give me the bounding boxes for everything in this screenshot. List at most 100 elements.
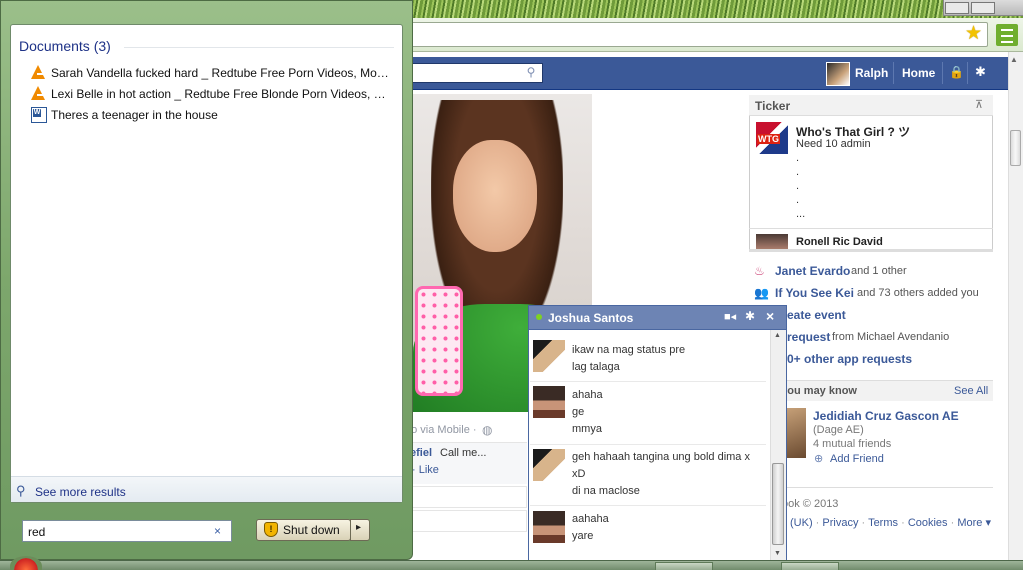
avatar[interactable] <box>533 386 565 418</box>
chat-message: ge <box>572 406 585 418</box>
avatar[interactable] <box>533 449 565 481</box>
suggested-friend-subtitle: (Dage AE) <box>813 424 864 436</box>
add-friend-icon[interactable]: ⊕ <box>814 452 823 465</box>
taskbar-button[interactable] <box>655 562 713 570</box>
app-requests-link[interactable]: 0+ other app requests <box>787 352 912 366</box>
suggested-friend-name[interactable]: Jedidiah Cruz Gascon AE <box>813 409 959 423</box>
page-scrollbar[interactable] <box>1008 52 1023 562</box>
header-divider <box>893 62 894 84</box>
window-controls[interactable] <box>943 0 1023 16</box>
footer-terms-link[interactable]: Terms <box>868 517 898 529</box>
comment-author-link[interactable]: efiel <box>410 447 432 459</box>
header-divider <box>967 62 968 84</box>
birthday-name-link[interactable]: Janet Evardo <box>775 264 850 278</box>
ticker-item-text: Need 10 admin <box>796 138 871 150</box>
scroll-up-arrow-icon[interactable]: ▲ <box>774 332 781 339</box>
avatar[interactable] <box>533 340 565 372</box>
chat-message: ikaw na mag status pre <box>572 344 686 356</box>
start-search-input[interactable] <box>22 520 232 542</box>
footer-copyright: ook © 2013 <box>782 498 839 510</box>
message-divider <box>530 444 766 445</box>
start-search-value[interactable]: red <box>28 525 45 539</box>
create-event-link[interactable]: eate event <box>787 308 846 322</box>
avatar[interactable] <box>533 511 565 543</box>
shut-down-label: Shut down <box>283 523 340 537</box>
footer-cookies-link[interactable]: Cookies <box>908 517 948 529</box>
mutual-friends-count[interactable]: 4 mutual friends <box>813 438 891 450</box>
ticker-item-text: . <box>796 180 800 192</box>
minimize-button[interactable] <box>945 2 969 14</box>
avatar[interactable] <box>826 62 850 86</box>
group-text: and 73 others added you <box>857 287 979 299</box>
ticker-item-text: . <box>796 166 800 178</box>
header-divider <box>942 62 943 84</box>
footer-links: (UK) · Privacy · Terms · Cookies · More … <box>790 517 991 529</box>
documents-group-header[interactable]: Documents (3) <box>19 38 111 54</box>
see-more-results-link[interactable]: See more results <box>35 485 126 499</box>
footer-language-link[interactable]: (UK) <box>790 517 813 529</box>
video-call-icon[interactable]: ■◂ <box>724 310 736 323</box>
browser-menu-icon[interactable] <box>996 24 1018 46</box>
search-result-label: Sarah Vandella fucked hard _ Redtube Fre… <box>51 66 389 80</box>
clear-search-icon[interactable]: × <box>214 524 221 538</box>
chat-scrollbar-thumb[interactable] <box>772 463 784 545</box>
search-icon[interactable]: ⚲ <box>522 65 540 81</box>
photo-caption: go via Mobile · <box>405 424 477 436</box>
request-link[interactable]: request <box>787 330 830 344</box>
message-divider <box>530 505 766 506</box>
scroll-up-arrow-icon[interactable]: ▲ <box>1010 55 1018 64</box>
home-link[interactable]: Home <box>902 66 935 80</box>
suggested-friend-photo[interactable] <box>786 408 806 458</box>
online-status-icon <box>536 314 542 320</box>
taskbar-button[interactable] <box>781 562 839 570</box>
close-icon[interactable]: × <box>766 308 774 324</box>
footer-more-link[interactable]: More ▾ <box>957 517 991 529</box>
chevron-right-icon: ▸ <box>356 522 362 533</box>
group-icon: 👥 <box>754 286 769 300</box>
ticker-title: Ticker <box>755 99 791 113</box>
ticker-thumbnail[interactable] <box>756 234 788 250</box>
settings-gear-icon[interactable]: ✱ <box>975 64 986 80</box>
birthday-cake-icon: ♨ <box>754 264 765 278</box>
bookmark-star-icon[interactable]: ★ <box>965 24 982 44</box>
birthday-text: and 1 other <box>851 265 907 277</box>
vlc-icon <box>31 86 47 102</box>
ticker-resize-bar[interactable] <box>749 249 993 252</box>
search-result-item[interactable]: Lexi Belle in hot action _ Redtube Free … <box>28 84 392 104</box>
group-name-link[interactable]: If You See Kei <box>775 286 854 300</box>
profile-link[interactable]: Ralph <box>855 66 888 80</box>
page-scrollbar-thumb[interactable] <box>1010 130 1021 166</box>
add-friend-button[interactable]: Add Friend <box>830 453 884 465</box>
vlc-icon <box>31 65 47 81</box>
ticker-item-text: . <box>796 152 800 164</box>
feed-row <box>405 510 527 532</box>
chat-message: ahaha <box>572 389 603 401</box>
search-result-item[interactable]: W Theres a teenager in the house <box>28 105 392 125</box>
privacy-shortcuts-icon[interactable]: 🔒 <box>949 65 964 79</box>
ticker-divider <box>749 228 993 229</box>
scroll-down-arrow-icon[interactable]: ▼ <box>774 550 781 557</box>
chat-title[interactable]: Joshua Santos <box>548 311 633 325</box>
chat-message: aahaha <box>572 513 609 525</box>
maximize-button[interactable] <box>971 2 995 14</box>
ticker-item-text: . <box>796 194 800 206</box>
feed-row <box>405 486 527 508</box>
ticker-collapse-icon[interactable]: ⊼ <box>975 98 983 111</box>
like-link[interactable]: · Like <box>412 464 439 476</box>
chat-message: geh hahaah tangina ung bold dima x <box>572 451 750 463</box>
start-button[interactable] <box>10 556 42 570</box>
address-bar[interactable] <box>405 22 988 47</box>
search-icon: ⚲ <box>16 483 26 498</box>
ticker-panel <box>749 95 993 250</box>
see-all-link[interactable]: See All <box>954 385 988 397</box>
chat-message: yare <box>572 530 594 542</box>
comment-text: Call me... <box>440 447 487 459</box>
ticker-item-name[interactable]: Ronell Ric David <box>796 236 883 248</box>
divider <box>124 47 394 48</box>
chat-message: di na maclose <box>572 485 640 497</box>
footer-privacy-link[interactable]: Privacy <box>822 517 858 529</box>
message-divider <box>530 381 766 382</box>
chat-settings-gear-icon[interactable]: ✱ <box>745 309 755 323</box>
request-text: from Michael Avendanio <box>832 331 950 343</box>
search-result-item[interactable]: Sarah Vandella fucked hard _ Redtube Fre… <box>28 63 392 83</box>
